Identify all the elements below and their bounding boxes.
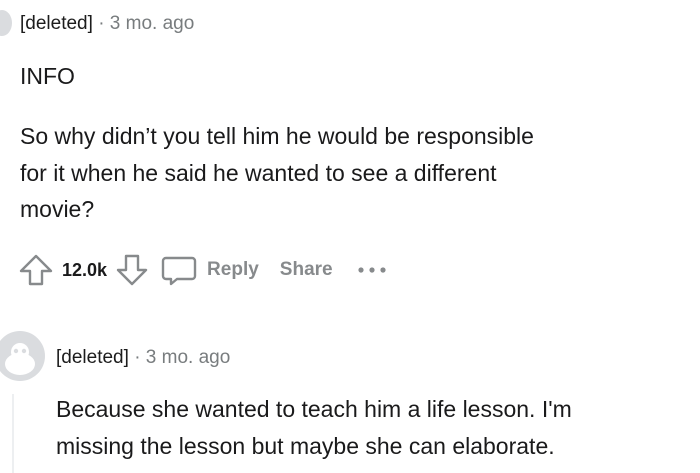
more-options-icon[interactable] [357, 266, 387, 274]
timestamp[interactable]: 3 mo. ago [146, 347, 231, 368]
timestamp[interactable]: 3 mo. ago [110, 13, 195, 34]
comment-actions: 12.0k Reply Share [18, 250, 387, 290]
upvote-icon[interactable] [18, 252, 54, 288]
comment-line: Because she wanted to teach him a life l… [56, 396, 572, 422]
comment-line: for it when he said he wanted to see a d… [20, 159, 497, 186]
username[interactable]: [deleted] [20, 13, 93, 34]
comment-line: movie? [20, 196, 95, 222]
comment-body: Because she wanted to teach him a life l… [56, 391, 686, 464]
username[interactable]: [deleted] [56, 347, 129, 368]
comment-meta: [deleted] · 3 mo. ago [56, 346, 230, 370]
comment-line: So why didn’t you tell him he would be r… [20, 123, 534, 149]
reply-label: Reply [207, 259, 259, 280]
vote-score: 12.0k [62, 259, 108, 280]
comment-meta: [deleted] · 3 mo. ago [20, 12, 194, 36]
thread-line[interactable] [12, 394, 14, 473]
comment-tag: INFO [20, 63, 75, 89]
avatar[interactable] [0, 330, 46, 382]
comment-body: So why didn’t you tell him he would be r… [20, 118, 680, 228]
share-button[interactable]: Share [280, 259, 333, 281]
avatar [0, 10, 12, 36]
comment-bubble-icon [161, 253, 197, 287]
reply-button[interactable]: Reply [161, 253, 259, 287]
meta-separator: · [98, 13, 105, 34]
meta-separator: · [134, 347, 141, 368]
comment-line: missing the lesson but maybe she can ela… [56, 432, 555, 459]
downvote-icon[interactable] [115, 252, 149, 288]
